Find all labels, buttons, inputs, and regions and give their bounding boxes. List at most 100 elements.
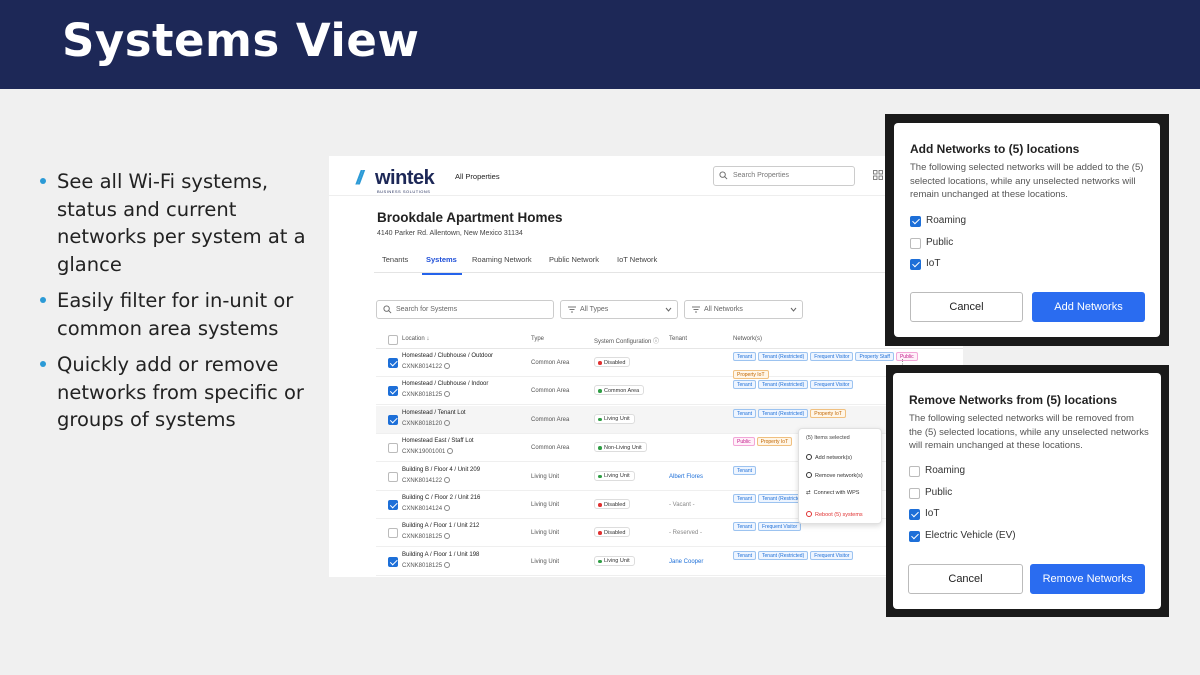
row-system-id: CXNK8014122	[402, 363, 451, 370]
property-address: 4140 Parker Rd. Allentown, New Mexico 31…	[377, 230, 523, 237]
info-icon[interactable]	[444, 505, 451, 511]
tab-public-network[interactable]: Public Network	[549, 255, 599, 264]
column-header-tenant: Tenant	[669, 336, 688, 342]
info-icon[interactable]	[444, 391, 451, 398]
network-option-label: Roaming	[926, 215, 967, 226]
info-icon[interactable]	[444, 363, 451, 369]
network-filter-value: All Networks	[704, 306, 743, 313]
power-icon	[806, 511, 812, 517]
network-option-checkbox[interactable]	[910, 237, 921, 249]
network-option-label: IoT	[926, 258, 941, 269]
row-type: Common Area	[531, 388, 570, 395]
info-icon[interactable]	[444, 561, 451, 568]
select-all-checkbox[interactable]	[388, 335, 398, 345]
row-checkbox[interactable]	[388, 414, 398, 425]
row-checkbox[interactable]	[388, 556, 398, 567]
menu-item-connect-wps[interactable]: ⇄ Connect with WPS	[806, 490, 859, 496]
network-option-checkbox[interactable]	[910, 216, 921, 227]
row-system-id: CXNK8014122	[402, 476, 451, 484]
apps-grid-icon[interactable]	[873, 170, 883, 180]
logo-word: wintek	[375, 167, 435, 189]
menu-item-reboot-systems[interactable]: Reboot (5) systems	[806, 511, 863, 518]
tab-tenants[interactable]: Tenants	[382, 255, 408, 264]
tab-roaming-network[interactable]: Roaming Network	[472, 255, 532, 264]
row-config-badge: Non-Living Unit	[594, 442, 647, 453]
row-config-badge: Living Unit	[594, 555, 635, 566]
network-option-checkbox[interactable]	[909, 509, 920, 520]
row-tenant[interactable]: Jane Cooper	[669, 559, 703, 565]
network-chip: Tenant	[733, 408, 757, 418]
row-type: Common Area	[531, 416, 570, 423]
network-option-checkbox[interactable]	[910, 259, 921, 270]
nav-all-properties[interactable]: All Properties	[455, 172, 500, 181]
row-location[interactable]: Building A / Floor 1 / Unit 198	[402, 552, 479, 558]
network-chip: Property Staff	[855, 352, 894, 361]
network-chip: Frequent Visitor	[810, 380, 854, 390]
remove-networks-modal-frame: Remove Networks from (5) locations The f…	[886, 365, 1169, 617]
row-system-id: CXNK19001001	[402, 448, 454, 455]
menu-item-remove-networks[interactable]: Remove network(s)	[806, 472, 863, 479]
network-option-checkbox[interactable]	[909, 487, 920, 499]
remove-modal-title: Remove Networks from (5) locations	[909, 393, 1118, 407]
row-checkbox[interactable]	[388, 443, 398, 454]
remove-modal-cancel-button[interactable]: Cancel	[908, 564, 1023, 594]
tab-bar: Tenants Systems Roaming Network Public N…	[374, 251, 934, 273]
remove-networks-button[interactable]: Remove Networks	[1030, 564, 1145, 594]
network-chip: Frequent Visitor	[758, 522, 802, 532]
search-systems-input[interactable]: Search for Systems	[376, 300, 554, 319]
row-location[interactable]: Homestead / Clubhouse / Indoor	[402, 381, 488, 387]
network-filter-select[interactable]: All Networks	[684, 300, 803, 319]
row-checkbox[interactable]	[388, 500, 398, 510]
row-type: Living Unit	[531, 502, 560, 508]
network-chip: Tenant (Restricted)	[758, 408, 809, 418]
menu-item-add-networks[interactable]: Add network(s)	[806, 454, 852, 461]
swap-arrows-icon: ⇄	[806, 490, 811, 496]
bullet-dot-icon	[40, 297, 46, 303]
row-system-id: CXNK8014124	[402, 505, 451, 512]
row-system-id: CXNK8018125	[402, 533, 451, 540]
row-location[interactable]: Building B / Floor 4 / Unit 209	[402, 467, 480, 473]
row-checkbox[interactable]	[388, 386, 398, 397]
row-checkbox[interactable]	[388, 528, 398, 539]
search-properties-placeholder: Search Properties	[733, 172, 790, 179]
info-icon[interactable]	[444, 476, 451, 483]
row-location[interactable]: Homestead East / Staff Lot	[402, 438, 474, 444]
logo-subtitle: BUSINESS SOLUTIONS	[377, 189, 431, 194]
row-location[interactable]: Building A / Floor 1 / Unit 212	[402, 523, 479, 529]
type-filter-select[interactable]: All Types	[560, 300, 678, 319]
row-checkbox[interactable]	[388, 471, 398, 482]
table-row[interactable]: Building A / Floor 1 / Unit 198 CXNK80181…	[376, 548, 963, 576]
search-systems-placeholder: Search for Systems	[396, 306, 458, 313]
column-header-location[interactable]: Location ↓	[402, 336, 429, 342]
add-modal-cancel-button[interactable]: Cancel	[910, 292, 1023, 322]
row-config-badge: Common Area	[594, 385, 645, 396]
table-row[interactable]: Homestead / Clubhouse / Outdoor CXNK80141…	[376, 349, 963, 379]
info-icon[interactable]	[444, 533, 451, 540]
table-row[interactable]: Homestead / Clubhouse / Indoor CXNK801812…	[376, 377, 963, 406]
row-checkbox[interactable]	[388, 358, 398, 368]
info-icon[interactable]	[447, 448, 454, 455]
network-chip: Tenant (Restricted)	[758, 352, 809, 361]
tab-iot-network[interactable]: IoT Network	[617, 255, 657, 264]
network-option-checkbox[interactable]	[909, 530, 920, 542]
row-config-badge: Disabled	[594, 357, 631, 367]
info-icon[interactable]	[444, 419, 451, 426]
logo-mark: //	[356, 168, 363, 189]
active-tab-indicator	[422, 273, 462, 275]
bullet-item: See all Wi-Fi systems, status and curren…	[40, 168, 315, 278]
network-option-checkbox[interactable]	[909, 466, 920, 477]
add-networks-button[interactable]: Add Networks	[1032, 292, 1145, 322]
network-chip: Tenant	[733, 494, 757, 503]
row-location[interactable]: Building C / Floor 2 / Unit 216	[402, 495, 480, 501]
network-chip: Frequent Visitor	[810, 550, 854, 560]
bullet-dot-icon	[40, 361, 46, 367]
row-location[interactable]: Homestead / Tenant Lot	[402, 410, 466, 416]
tab-systems[interactable]: Systems	[426, 255, 457, 264]
remove-modal-description: The following selected networks will be …	[909, 413, 1149, 451]
row-location[interactable]: Homestead / Clubhouse / Outdoor	[402, 353, 493, 359]
slide-title: Systems View	[62, 14, 420, 67]
add-modal-title: Add Networks to (5) locations	[910, 142, 1080, 156]
search-properties-input[interactable]: Search Properties	[713, 166, 855, 186]
row-tenant[interactable]: Albert Flores	[669, 474, 703, 480]
network-chip: Tenant	[733, 550, 757, 560]
